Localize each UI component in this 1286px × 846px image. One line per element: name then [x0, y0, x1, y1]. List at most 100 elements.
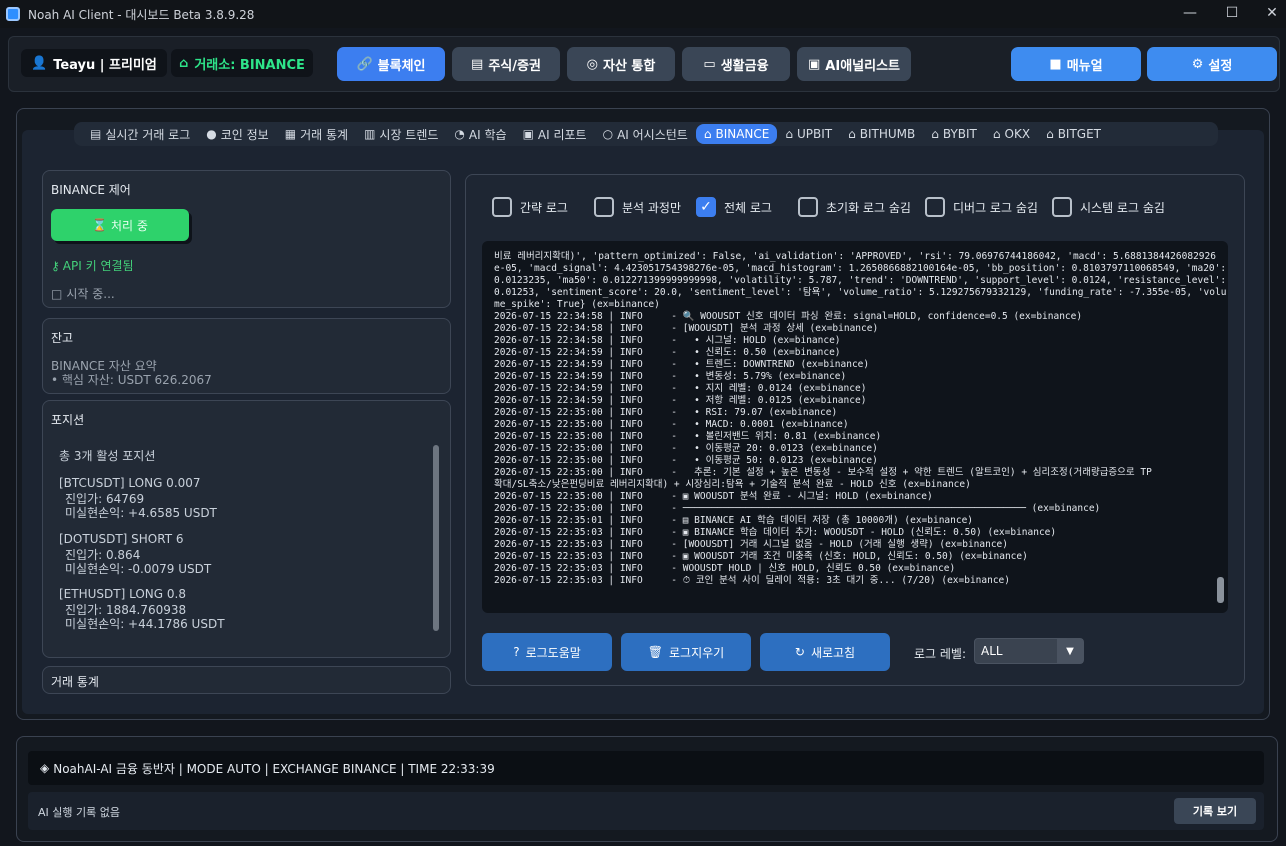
full-log-checkbox[interactable]: ✓ 전체 로그	[696, 197, 772, 217]
log-scrollbar[interactable]	[1217, 577, 1224, 603]
nav-blockchain-button[interactable]: 🔗 블록체인	[337, 47, 445, 81]
checkbox-box[interactable]	[798, 197, 818, 217]
hide-debug-log-checkbox[interactable]: 디버그 로그 숨김	[925, 197, 1038, 217]
title-bar: Noah AI Client - 대시보드 Beta 3.8.9.28 — ☐ …	[0, 0, 1286, 28]
document-icon: ▤	[90, 127, 102, 141]
settings-button[interactable]: ⚙ 설정	[1147, 47, 1277, 81]
nav-assets-button[interactable]: ◎ 자산 통합	[567, 47, 675, 81]
tab-bybit[interactable]: ⌂ BYBIT	[923, 124, 985, 144]
balance-panel: 잔고 BINANCE 자산 요약 • 핵심 자산: USDT 626.2067	[42, 318, 451, 394]
bank-icon: ⌂	[1046, 127, 1054, 141]
history-bar: AI 실행 기록 없음 기록 보기	[28, 792, 1264, 830]
exchange-chip[interactable]: ⌂ 거래소: BINANCE	[171, 49, 313, 77]
control-title: BINANCE 제어	[51, 183, 131, 197]
positions-panel: 포지션 총 3개 활성 포지션 [BTCUSDT] LONG 0.007 진입가…	[42, 400, 451, 658]
close-icon[interactable]: ✕	[1262, 4, 1282, 22]
trash-icon: 🗑	[647, 645, 664, 659]
maximize-icon[interactable]: ☐	[1222, 4, 1242, 22]
log-level-value: ALL	[981, 644, 1003, 658]
log-level-select[interactable]: ALL ▼	[974, 638, 1084, 664]
square-icon: □	[51, 286, 63, 301]
positions-title: 포지션	[51, 413, 85, 427]
bank-icon: ⌂	[931, 127, 939, 141]
position-head: [BTCUSDT] LONG 0.007	[59, 476, 201, 490]
position-head: [ETHUSDT] LONG 0.8	[59, 587, 186, 601]
check-icon[interactable]: ✓	[696, 197, 716, 217]
user-chip[interactable]: 👤 Teayu | 프리미엄	[21, 49, 167, 77]
bank-icon: ⌂	[848, 127, 856, 141]
book-icon: ■	[1049, 56, 1062, 72]
brain-icon: ◔	[454, 127, 465, 141]
position-pnl: 미실현손익: +4.6585 USDT	[65, 506, 217, 520]
chart-icon: ▤	[471, 56, 484, 72]
card-icon: ▭	[703, 56, 716, 72]
refresh-button[interactable]: ↻ 새로고침	[760, 633, 890, 671]
minimize-icon[interactable]: —	[1180, 4, 1200, 22]
tab-binance[interactable]: ⌂ BINANCE	[695, 124, 778, 144]
tab-okx[interactable]: ⌂ OKX	[985, 124, 1038, 144]
status-text: NoahAI-AI 금융 동반자 | MODE AUTO | EXCHANGE …	[53, 761, 495, 776]
home-icon: ⌂	[179, 55, 189, 71]
status-line: ◈ NoahAI-AI 금융 동반자 | MODE AUTO | EXCHANG…	[28, 751, 1264, 785]
question-icon: ?	[513, 645, 520, 659]
control-panel: BINANCE 제어 ⌛ 처리 중 ⚷ API 키 연결됨 □ 시작 중...	[42, 170, 451, 308]
view-history-button[interactable]: 기록 보기	[1174, 798, 1256, 824]
document-icon: ▣	[808, 56, 821, 72]
tab-ai-learning[interactable]: ◔ AI 학습	[446, 124, 514, 144]
checkbox-box[interactable]	[594, 197, 614, 217]
app-icon	[6, 7, 20, 21]
bank-icon: ⌂	[785, 127, 793, 141]
positions-scrollbar[interactable]	[433, 445, 439, 631]
exchange-label: 거래소: BINANCE	[194, 57, 305, 73]
gear-icon: ⚙	[1191, 56, 1204, 72]
user-label: Teayu | 프리미엄	[53, 57, 157, 73]
position-pnl: 미실현손익: -0.0079 USDT	[65, 562, 212, 576]
tab-bitget[interactable]: ⌂ BITGET	[1038, 124, 1109, 144]
api-status: ⚷ API 키 연결됨	[51, 258, 134, 274]
bank-icon: ⌂	[703, 127, 712, 141]
hourglass-icon: ⌛	[92, 218, 107, 232]
balance-core: • 핵심 자산: USDT 626.2067	[51, 373, 212, 387]
user-icon: 👤	[31, 55, 48, 71]
analysis-only-checkbox[interactable]: 분석 과정만	[594, 197, 681, 217]
checkbox-box[interactable]	[492, 197, 512, 217]
tab-market-trend[interactable]: ▥ 시장 트렌드	[356, 124, 446, 144]
hide-init-log-checkbox[interactable]: 초기화 로그 숨김	[798, 197, 911, 217]
chevron-down-icon: ▼	[1057, 639, 1083, 663]
checkbox-box[interactable]	[1052, 197, 1072, 217]
link-icon: 🔗	[356, 56, 373, 72]
key-icon: ⚷	[51, 258, 60, 273]
window-title: Noah AI Client - 대시보드 Beta 3.8.9.28	[28, 7, 255, 22]
nav-finance-button[interactable]: ▭ 생활금융	[682, 47, 790, 81]
nav-ai-analyst-button[interactable]: ▣ AI애널리스트	[797, 47, 911, 81]
stats-panel[interactable]: 거래 통계	[42, 666, 451, 694]
tab-live-log[interactable]: ▤ 실시간 거래 로그	[82, 124, 198, 144]
checkbox-box[interactable]	[925, 197, 945, 217]
top-navigation: 👤 Teayu | 프리미엄 ⌂ 거래소: BINANCE 🔗 블록체인 ▤ 주식/…	[8, 36, 1280, 92]
tab-ai-assistant[interactable]: ○ AI 어시스턴트	[595, 124, 696, 144]
processing-button[interactable]: ⌛ 처리 중	[51, 209, 189, 241]
log-level-label: 로그 레벨:	[914, 647, 967, 661]
nav-stocks-button[interactable]: ▤ 주식/증권	[452, 47, 560, 81]
tab-trade-stats[interactable]: ▦ 거래 통계	[277, 124, 356, 144]
tab-upbit[interactable]: ⌂ UPBIT	[777, 124, 840, 144]
log-panel: 간략 로그 분석 과정만 ✓ 전체 로그 초기화 로그 숨김 디버그 로그 숨김 …	[465, 174, 1245, 686]
tab-ai-report[interactable]: ▣ AI 리포트	[515, 124, 595, 144]
position-head: [DOTUSDT] SHORT 6	[59, 532, 184, 546]
tab-coin-info[interactable]: ● 코인 정보	[198, 124, 276, 144]
tab-bar: ▤ 실시간 거래 로그 ● 코인 정보 ▦ 거래 통계 ▥ 시장 트렌드 ◔ AI 학습 …	[74, 122, 1218, 146]
bank-icon: ⌂	[992, 127, 1001, 141]
history-text: AI 실행 기록 없음	[38, 806, 120, 819]
log-clear-button[interactable]: 🗑 로그지우기	[621, 633, 751, 671]
log-output[interactable]: 비료 레버리지확대)', 'pattern_optimized': False,…	[482, 241, 1228, 613]
balance-title: 잔고	[51, 331, 74, 345]
tab-bithumb[interactable]: ⌂ BITHUMB	[840, 124, 923, 144]
brief-log-checkbox[interactable]: 간략 로그	[492, 197, 568, 217]
position-pnl: 미실현손익: +44.1786 USDT	[65, 617, 225, 631]
refresh-icon: ↻	[794, 645, 805, 659]
log-help-button[interactable]: ? 로그도움말	[482, 633, 612, 671]
manual-button[interactable]: ■ 매뉴얼	[1011, 47, 1141, 81]
stats-title: 거래 통계	[51, 675, 99, 689]
chart-icon: ▦	[284, 127, 297, 141]
hide-system-log-checkbox[interactable]: 시스템 로그 숨김	[1052, 197, 1165, 217]
